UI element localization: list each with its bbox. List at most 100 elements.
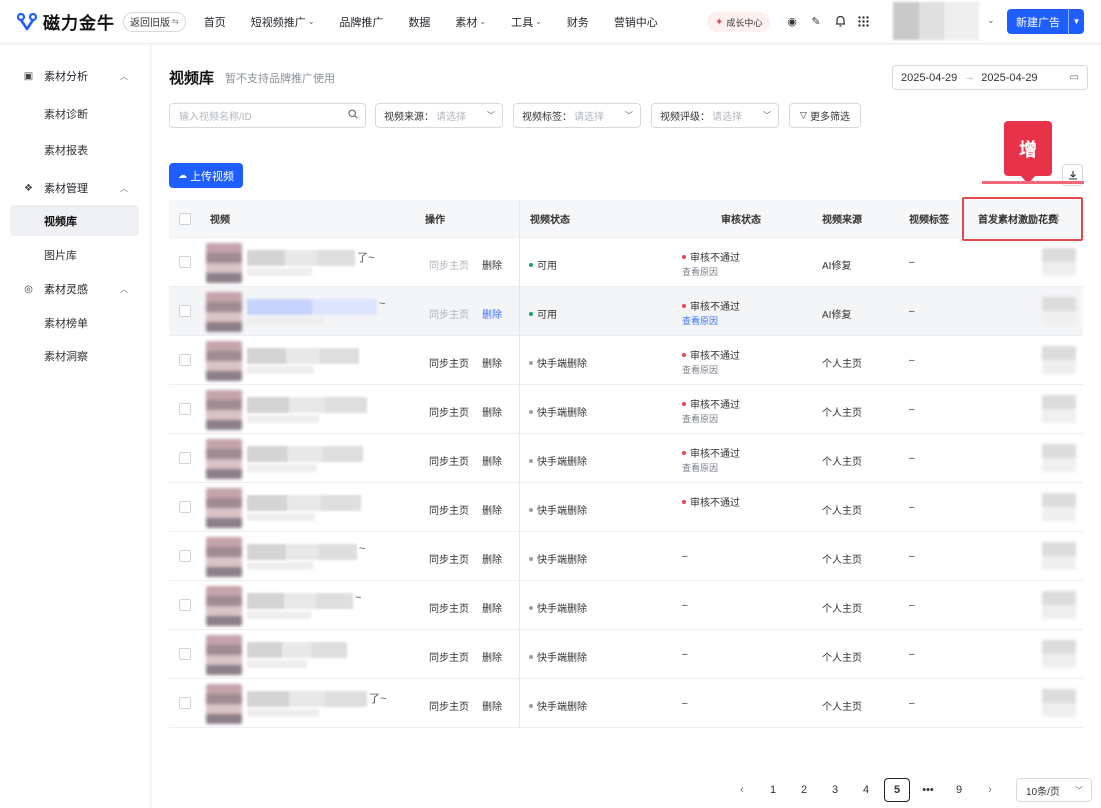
bell-icon[interactable] xyxy=(833,14,847,28)
view-reason-link[interactable]: 查看原因 xyxy=(682,265,718,278)
view-reason-link[interactable]: 查看原因 xyxy=(682,412,718,425)
delete-button[interactable]: 删除 xyxy=(482,502,502,517)
delete-button[interactable]: 删除 xyxy=(482,698,502,713)
table-row[interactable]: 同步主页 删除 快手端删除 审核不通过 查看原因 个人主页 – xyxy=(169,434,1083,483)
delete-button[interactable]: 删除 xyxy=(482,404,502,419)
sidebar-item-report[interactable]: 素材报表 xyxy=(10,134,139,165)
page-4[interactable]: 4 xyxy=(853,778,879,802)
chevron-down-icon[interactable]: ⌄ xyxy=(987,15,995,26)
page-2[interactable]: 2 xyxy=(791,778,817,802)
row-checkbox[interactable] xyxy=(179,550,191,562)
view-reason-link[interactable]: 查看原因 xyxy=(682,461,718,474)
delete-button[interactable]: 删除 xyxy=(482,257,502,272)
account-avatar[interactable] xyxy=(893,2,979,40)
delete-button[interactable]: 删除 xyxy=(482,600,502,615)
video-source-select[interactable]: 视频来源： 请选择 ﹀ xyxy=(375,103,503,128)
sync-homepage-button[interactable]: 同步主页 xyxy=(429,404,469,419)
row-checkbox[interactable] xyxy=(179,354,191,366)
table-row[interactable]: 同步主页 删除 快手端删除 审核不通过 个人主页 – xyxy=(169,483,1083,532)
video-thumbnail[interactable] xyxy=(206,292,242,332)
row-checkbox[interactable] xyxy=(179,452,191,464)
page-3[interactable]: 3 xyxy=(822,778,848,802)
table-row[interactable]: 了~ 同步主页 删除 快手端删除 – 个人主页 – xyxy=(169,679,1083,728)
sidebar-item-diagnosis[interactable]: 素材诊断 xyxy=(10,98,139,129)
sidebar-group-material-management[interactable]: ❖ 素材管理 ︿ xyxy=(22,180,128,196)
row-checkbox[interactable] xyxy=(179,305,191,317)
video-thumbnail[interactable] xyxy=(206,243,242,283)
row-checkbox[interactable] xyxy=(179,501,191,513)
sync-homepage-button[interactable]: 同步主页 xyxy=(429,355,469,370)
page-1[interactable]: 1 xyxy=(760,778,786,802)
sidebar-group-material-analysis[interactable]: ▣ 素材分析 ︿ xyxy=(22,68,128,84)
row-checkbox[interactable] xyxy=(179,256,191,268)
nav-item-5[interactable]: 工具 ⌄ xyxy=(511,14,542,30)
next-page-icon[interactable]: › xyxy=(977,778,1003,802)
nav-item-7[interactable]: 营销中心 xyxy=(614,14,658,30)
upload-video-button[interactable]: ☁ 上传视频 xyxy=(169,163,243,188)
row-checkbox[interactable] xyxy=(179,648,191,660)
row-checkbox[interactable] xyxy=(179,403,191,415)
table-row[interactable]: 同步主页 删除 快手端删除 – 个人主页 – xyxy=(169,630,1083,679)
table-row[interactable]: ~ 同步主页 删除 快手端删除 – 个人主页 – xyxy=(169,581,1083,630)
table-row[interactable]: 同步主页 删除 快手端删除 审核不通过 查看原因 个人主页 – xyxy=(169,336,1083,385)
chevron-down-icon[interactable]: ▼ xyxy=(1069,17,1084,26)
nav-item-3[interactable]: 数据 xyxy=(408,14,430,30)
apps-grid-icon[interactable] xyxy=(856,14,870,28)
return-old-version-button[interactable]: 返回旧版 ⇆ xyxy=(123,11,186,32)
pagination-ellipsis[interactable]: ••• xyxy=(915,778,941,802)
ai-assistant-icon[interactable]: ◉ xyxy=(785,14,799,28)
nav-item-6[interactable]: 财务 xyxy=(567,14,589,30)
row-checkbox[interactable] xyxy=(179,599,191,611)
select-all-checkbox[interactable] xyxy=(179,213,191,225)
sidebar-item-insight[interactable]: 素材洞察 xyxy=(10,340,139,371)
delete-button[interactable]: 删除 xyxy=(482,649,502,664)
page-size-select[interactable]: 10条/页 ﹀ xyxy=(1016,778,1092,802)
table-row[interactable]: ~ 同步主页 删除 可用 审核不通过 查看原因 AI修复 – xyxy=(169,287,1083,336)
edit-note-icon[interactable]: ✎ xyxy=(809,14,823,28)
prev-page-icon[interactable]: ‹ xyxy=(729,778,755,802)
search-input[interactable]: 输入视频名称/ID xyxy=(169,103,366,128)
page-9[interactable]: 9 xyxy=(946,778,972,802)
nav-item-1[interactable]: 短视频推广 ⌄ xyxy=(251,14,315,30)
logo[interactable]: 磁力金牛 xyxy=(16,9,115,34)
nav-item-4[interactable]: 素材 ⌄ xyxy=(455,14,486,30)
video-tag-select[interactable]: 视频标签： 请选择 ﹀ xyxy=(513,103,641,128)
delete-button[interactable]: 删除 xyxy=(482,355,502,370)
sync-homepage-button[interactable]: 同步主页 xyxy=(429,551,469,566)
video-thumbnail[interactable] xyxy=(206,586,242,626)
more-filters-button[interactable]: ▽ 更多筛选 xyxy=(789,103,861,128)
video-thumbnail[interactable] xyxy=(206,390,242,430)
delete-button[interactable]: 删除 xyxy=(482,453,502,468)
sync-homepage-button[interactable]: 同步主页 xyxy=(429,698,469,713)
sync-homepage-button[interactable]: 同步主页 xyxy=(429,257,469,272)
view-reason-link[interactable]: 查看原因 xyxy=(682,314,718,327)
sync-homepage-button[interactable]: 同步主页 xyxy=(429,502,469,517)
table-row[interactable]: ~ 同步主页 删除 快手端删除 – 个人主页 – xyxy=(169,532,1083,581)
video-thumbnail[interactable] xyxy=(206,635,242,675)
growth-center-button[interactable]: ✦ 成长中心 xyxy=(707,12,771,32)
sync-homepage-button[interactable]: 同步主页 xyxy=(429,649,469,664)
row-checkbox[interactable] xyxy=(179,697,191,709)
video-thumbnail[interactable] xyxy=(206,439,242,479)
sidebar-item-ranking[interactable]: 素材榜单 xyxy=(10,307,139,338)
video-thumbnail[interactable] xyxy=(206,537,242,577)
delete-button[interactable]: 删除 xyxy=(482,306,502,321)
sidebar-item-video-library[interactable]: 视频库 xyxy=(10,205,139,236)
video-thumbnail[interactable] xyxy=(206,684,242,724)
new-ad-button[interactable]: 新建广告 ▼ xyxy=(1007,9,1084,34)
sync-homepage-button[interactable]: 同步主页 xyxy=(429,600,469,615)
delete-button[interactable]: 删除 xyxy=(482,551,502,566)
video-rating-select[interactable]: 视频评级： 请选择 ﹀ xyxy=(651,103,779,128)
sync-homepage-button[interactable]: 同步主页 xyxy=(429,306,469,321)
date-range-picker[interactable]: 2025-04-29 → 2025-04-29 ▭ xyxy=(892,65,1088,90)
nav-item-2[interactable]: 品牌推广 xyxy=(339,14,383,30)
view-reason-link[interactable]: 查看原因 xyxy=(682,363,718,376)
video-thumbnail[interactable] xyxy=(206,488,242,528)
nav-item-0[interactable]: 首页 xyxy=(204,14,226,30)
sidebar-item-image-library[interactable]: 图片库 xyxy=(10,239,139,270)
page-5[interactable]: 5 xyxy=(884,778,910,802)
table-row[interactable]: 同步主页 删除 快手端删除 审核不通过 查看原因 个人主页 – xyxy=(169,385,1083,434)
sidebar-group-material-inspiration[interactable]: ◎ 素材灵感 ︿ xyxy=(22,281,128,297)
video-thumbnail[interactable] xyxy=(206,341,242,381)
table-row[interactable]: 了~ 同步主页 删除 可用 审核不通过 查看原因 AI修复 – xyxy=(169,238,1083,287)
